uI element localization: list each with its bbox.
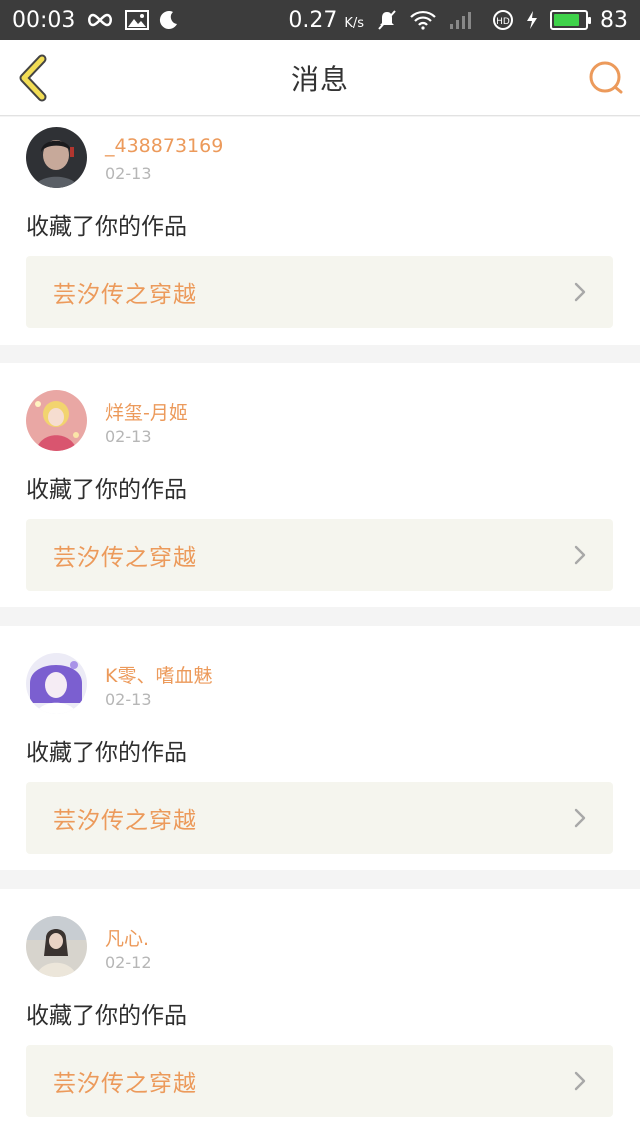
charging-icon [526, 10, 538, 30]
hd-icon: HD [492, 9, 514, 31]
message-card: K零、嗜血魅 02-13 收藏了你的作品 芸汐传之穿越 [0, 626, 640, 870]
avatar[interactable] [26, 390, 87, 451]
message-date: 02-13 [105, 427, 152, 446]
work-link[interactable]: 芸汐传之穿越 [26, 782, 613, 854]
message-card: _438873169 02-13 收藏了你的作品 芸汐传之穿越 [0, 117, 640, 345]
work-title: 芸汐传之穿越 [53, 282, 197, 308]
chevron-right-icon [574, 1071, 586, 1091]
message-card: 凡心. 02-12 收藏了你的作品 芸汐传之穿越 [0, 889, 640, 1139]
work-title: 芸汐传之穿越 [53, 1071, 197, 1097]
avatar[interactable] [26, 653, 87, 714]
message-date: 02-13 [105, 164, 152, 183]
chevron-right-icon [574, 282, 586, 302]
back-button[interactable] [16, 54, 52, 102]
message-action: 收藏了你的作品 [26, 1003, 187, 1029]
battery-level: 83 [600, 7, 628, 33]
work-link[interactable]: 芸汐传之穿越 [26, 519, 613, 591]
mute-icon [376, 9, 398, 31]
avatar[interactable] [26, 127, 87, 188]
message-date: 02-13 [105, 690, 152, 709]
username[interactable]: 烊玺-月姬 [105, 398, 188, 425]
avatar[interactable] [26, 916, 87, 977]
image-icon [125, 10, 150, 30]
infinity-icon [85, 12, 115, 28]
work-title: 芸汐传之穿越 [53, 808, 197, 834]
search-icon [589, 61, 623, 94]
status-bar: 00:03 0.27 K/s HD 83 [0, 0, 640, 40]
signal-icon [448, 10, 480, 30]
message-action: 收藏了你的作品 [26, 740, 187, 766]
battery-fill [554, 14, 579, 26]
wifi-icon [410, 10, 436, 30]
work-link[interactable]: 芸汐传之穿越 [26, 256, 613, 328]
message-card: 烊玺-月姬 02-13 收藏了你的作品 芸汐传之穿越 [0, 363, 640, 607]
network-speed: 0.27 K/s [288, 7, 364, 33]
work-link[interactable]: 芸汐传之穿越 [26, 1045, 613, 1117]
svg-text:HD: HD [496, 17, 510, 27]
username[interactable]: _438873169 [105, 135, 223, 157]
page-title: 消息 [290, 62, 349, 96]
chevron-right-icon [574, 808, 586, 828]
app-header: 消息 [0, 40, 640, 116]
username[interactable]: K零、嗜血魅 [105, 661, 212, 688]
battery-icon [550, 10, 591, 30]
status-time: 00:03 [12, 7, 76, 33]
message-action: 收藏了你的作品 [26, 214, 187, 240]
chevron-right-icon [574, 545, 586, 565]
moon-icon [159, 10, 179, 30]
username[interactable]: 凡心. [105, 924, 149, 951]
message-action: 收藏了你的作品 [26, 477, 187, 503]
chevron-left-icon [19, 54, 47, 102]
message-date: 02-12 [105, 953, 152, 972]
search-button[interactable] [586, 58, 626, 98]
work-title: 芸汐传之穿越 [53, 545, 197, 571]
